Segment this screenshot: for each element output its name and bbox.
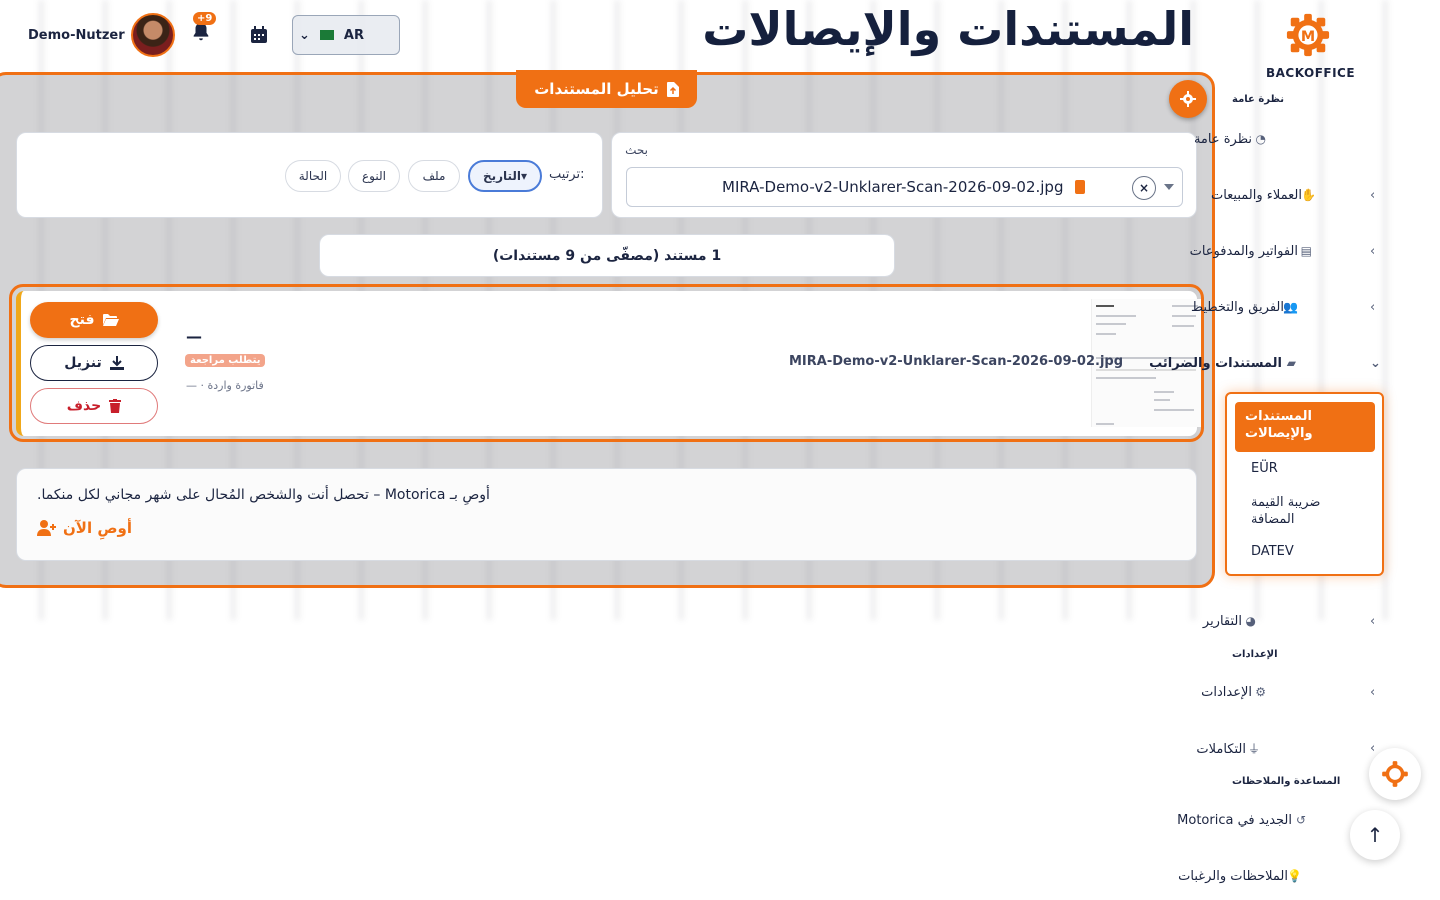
open-button[interactable]: فتح <box>30 302 158 338</box>
invoice-icon: ▤ <box>1300 243 1312 258</box>
download-icon <box>109 356 124 370</box>
sidebar-item-integrations[interactable]: › ⏚التكاملات <box>1192 736 1392 760</box>
plug-icon: ⏚ <box>1247 741 1260 756</box>
user-menu[interactable]: Demo-Nutzer <box>28 13 175 57</box>
sort-chip-type[interactable]: النوع <box>348 160 400 192</box>
logo-text: BACKOFFICE <box>1266 66 1356 80</box>
flag-icon <box>319 30 334 40</box>
sidebar-item-feedback[interactable]: 💡الملاحظات والرغبات <box>1178 864 1392 888</box>
top-bar: Demo-Nutzer +9 ⌄ AR المستندات والإيصالات <box>0 0 1440 72</box>
page-title: المستندات والإيصالات <box>702 2 1194 56</box>
chevron-right-icon: › <box>1370 299 1376 315</box>
svg-text:M: M <box>1301 29 1315 45</box>
caret-down-icon[interactable] <box>1164 184 1174 190</box>
calendar-button[interactable] <box>249 25 269 45</box>
file-upload-icon <box>666 81 679 97</box>
search-label: بحث <box>625 143 648 157</box>
language-select[interactable]: ⌄ AR <box>292 15 400 55</box>
chevron-right-icon: › <box>1370 243 1376 259</box>
chevron-right-icon: › <box>1370 740 1376 756</box>
history-icon: ↺ <box>1295 812 1306 827</box>
referral-card: أوصِ بـ Motorica – تحصل أنت والشخص المُح… <box>16 468 1197 561</box>
sidebar-item-settings[interactable]: › ⚙الإعدادات <box>1192 680 1392 704</box>
calendar-icon <box>251 26 267 43</box>
search-value: MIRA-Demo-v2-Unklarer-Scan-2026-09-02.jp… <box>722 178 1064 196</box>
chevron-down-icon: ⌄ <box>1370 355 1381 371</box>
document-filename[interactable]: MIRA-Demo-v2-Unklarer-Scan-2026-09-02.jp… <box>789 354 1123 369</box>
scroll-to-top-button[interactable]: ↑ <box>1350 810 1400 860</box>
gauge-icon: ◔ <box>1255 131 1266 146</box>
sidebar-item-customers[interactable]: › ✋العملاء والمبيعات <box>1192 183 1392 207</box>
avatar[interactable] <box>130 13 175 57</box>
user-plus-icon <box>37 520 56 536</box>
sidebar-item-reports[interactable]: › ◕التقارير <box>1192 609 1392 633</box>
submenu-item-euer[interactable]: EÜR <box>1251 460 1278 477</box>
sort-label: ترتيب: <box>549 167 585 182</box>
sort-card: ترتيب: التاريخ▾ ملف النوع الحالة <box>16 132 603 218</box>
sidebar-item-overview[interactable]: ◔نظرة عامة <box>1192 127 1392 151</box>
document-amount: — <box>186 327 202 346</box>
chevron-right-icon: › <box>1370 684 1376 700</box>
logo[interactable]: M BACKOFFICE <box>1266 12 1356 80</box>
download-label: تنزيل <box>64 355 102 371</box>
delete-label: حذف <box>66 398 102 414</box>
search-input[interactable]: MIRA-Demo-v2-Unklarer-Scan-2026-09-02.jp… <box>626 167 1183 207</box>
gear-logo-icon <box>1382 761 1408 787</box>
user-name: Demo-Nutzer <box>28 27 125 43</box>
sort-chip-file[interactable]: ملف <box>408 160 460 192</box>
analyze-tab-label: تحليل المستندات <box>534 80 659 98</box>
submenu-item-documents-receipts[interactable]: المستندات والإيصالات <box>1235 402 1375 452</box>
folder-open-icon: ▰ <box>1286 355 1296 370</box>
document-meta: فاتورة واردة · — <box>186 379 264 392</box>
trash-icon <box>109 399 122 413</box>
download-button[interactable]: تنزيل <box>30 345 158 381</box>
status-badge: يتطلب مراجعة <box>185 354 266 367</box>
sidebar-item-team[interactable]: › 👥الفريق والتخطيط <box>1191 295 1392 319</box>
gear-icon: ⚙ <box>1255 684 1266 699</box>
file-icon <box>1075 180 1085 194</box>
pie-chart-icon: ◕ <box>1245 613 1256 628</box>
document-row[interactable]: MIRA-Demo-v2-Unklarer-Scan-2026-09-02.jp… <box>16 291 1201 436</box>
chevron-right-icon: › <box>1370 187 1376 203</box>
sort-chip-date[interactable]: التاريخ▾ <box>468 160 542 192</box>
lightbulb-icon: 💡 <box>1287 868 1302 883</box>
sidebar-item-invoices[interactable]: › ▤الفواتير والمدفوعات <box>1190 239 1392 263</box>
assistant-button[interactable] <box>1369 748 1421 800</box>
chevron-down-icon: ⌄ <box>299 27 310 43</box>
sort-chip-status[interactable]: الحالة <box>285 160 341 192</box>
submenu-item-vat[interactable]: ضريبة القيمة المضافة <box>1251 494 1361 528</box>
documents-submenu: المستندات والإيصالات EÜR ضريبة القيمة ال… <box>1225 392 1384 576</box>
folder-open-icon <box>102 314 119 326</box>
users-icon: 👥 <box>1283 299 1298 314</box>
handshake-icon: ✋ <box>1301 187 1316 202</box>
notification-badge: +9 <box>193 12 217 25</box>
sidebar-section-settings: الإعدادات <box>1232 649 1278 660</box>
chevron-right-icon: › <box>1370 613 1376 629</box>
notifications-button[interactable]: +9 <box>190 12 217 48</box>
referral-link-label: أوصِ الآن <box>63 519 132 537</box>
delete-button[interactable]: حذف <box>30 388 158 424</box>
sidebar-section-overview: نظرة عامة <box>1232 94 1284 105</box>
language-value: AR <box>343 27 364 43</box>
sidebar-section-help: المساعدة والملاحظات <box>1232 776 1341 787</box>
search-card: بحث MIRA-Demo-v2-Unklarer-Scan-2026-09-0… <box>611 132 1197 218</box>
arrow-up-icon: ↑ <box>1366 823 1384 847</box>
open-label: فتح <box>69 312 95 328</box>
sidebar-item-documents[interactable]: ⌄ ▰المستندات والضرائب <box>1149 351 1392 375</box>
gear-logo-icon: M <box>1286 13 1330 57</box>
referral-text: أوصِ بـ Motorica – تحصل أنت والشخص المُح… <box>37 487 490 503</box>
analyze-documents-tab[interactable]: تحليل المستندات <box>516 70 697 108</box>
clear-search-button[interactable]: × <box>1132 176 1156 200</box>
submenu-item-datev[interactable]: DATEV <box>1251 543 1294 560</box>
referral-link[interactable]: أوصِ الآن <box>37 519 132 537</box>
result-count: 1 مستند (مصفّى من 9 مستندات) <box>319 234 895 277</box>
